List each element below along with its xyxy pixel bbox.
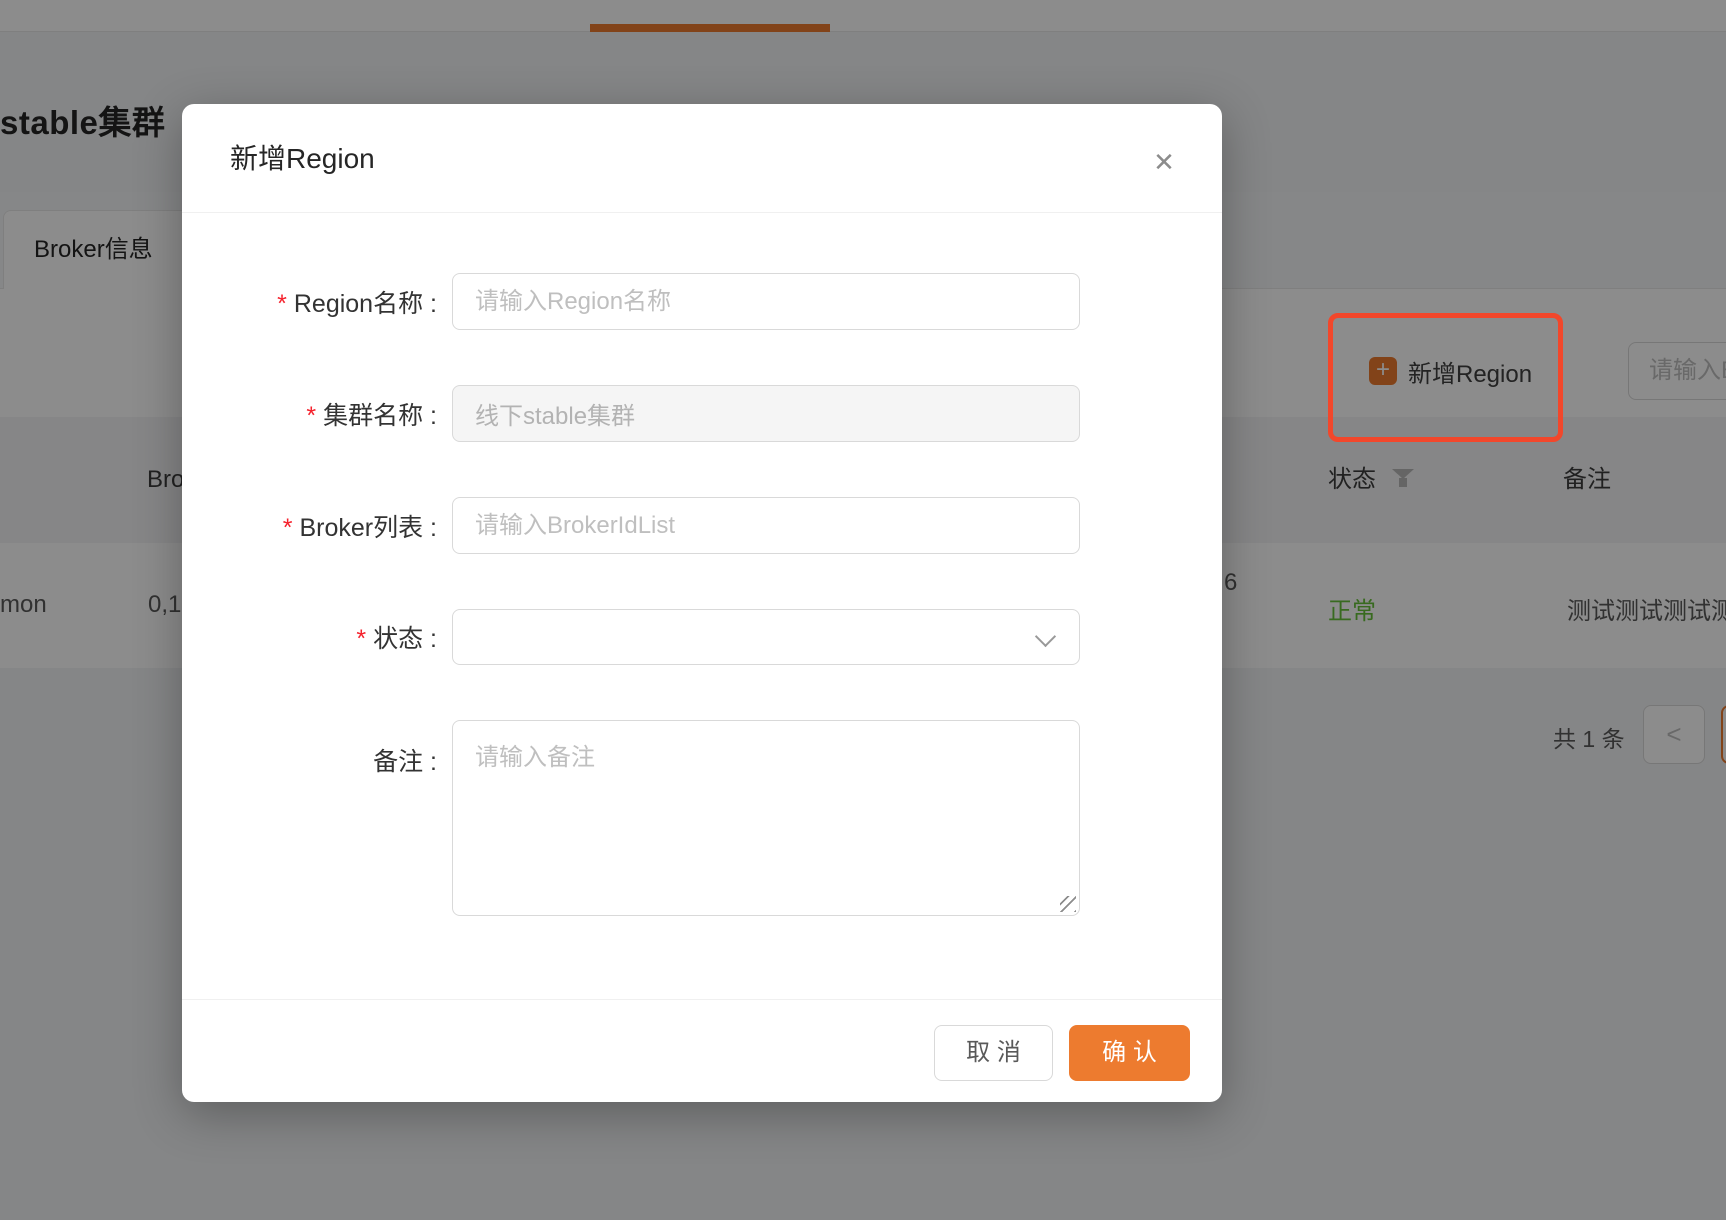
modal-body: Region名称 集群名称 Broker列表 状态 xyxy=(182,213,1222,921)
field-control-status xyxy=(452,609,1080,665)
field-control-remark xyxy=(452,720,1080,921)
field-control-cluster-name xyxy=(452,385,1080,442)
cancel-button[interactable]: 取 消 xyxy=(934,1025,1053,1081)
cluster-name-input-disabled xyxy=(452,385,1080,442)
resize-handle[interactable] xyxy=(1060,896,1076,912)
broker-list-input[interactable] xyxy=(452,497,1080,554)
form-row-status: 状态 xyxy=(182,609,1222,665)
field-control-broker-list xyxy=(452,497,1080,554)
region-name-input[interactable] xyxy=(452,273,1080,330)
annotation-highlight-box xyxy=(1328,313,1563,442)
confirm-button[interactable]: 确 认 xyxy=(1069,1025,1190,1081)
field-label-cluster-name: 集群名称 xyxy=(182,396,452,432)
field-label-remark: 备注 xyxy=(182,720,452,778)
add-region-modal: 新增Region ✕ Region名称 集群名称 Broker列表 状态 xyxy=(182,104,1222,1102)
modal-title: 新增Region xyxy=(230,104,375,213)
field-label-status: 状态 xyxy=(182,619,452,655)
close-icon[interactable]: ✕ xyxy=(1148,146,1180,178)
form-row-region-name: Region名称 xyxy=(182,273,1222,330)
modal-footer: 取 消 确 认 xyxy=(182,999,1222,1102)
field-label-broker-list: Broker列表 xyxy=(182,508,452,544)
chevron-down-icon xyxy=(1035,626,1056,647)
form-row-remark: 备注 xyxy=(182,720,1222,921)
form-row-cluster-name: 集群名称 xyxy=(182,385,1222,442)
remark-textarea[interactable] xyxy=(452,720,1080,916)
field-control-region-name xyxy=(452,273,1080,330)
field-label-region-name: Region名称 xyxy=(182,284,452,320)
form-row-broker-list: Broker列表 xyxy=(182,497,1222,554)
modal-header: 新增Region ✕ xyxy=(182,104,1222,213)
status-select[interactable] xyxy=(452,609,1080,665)
